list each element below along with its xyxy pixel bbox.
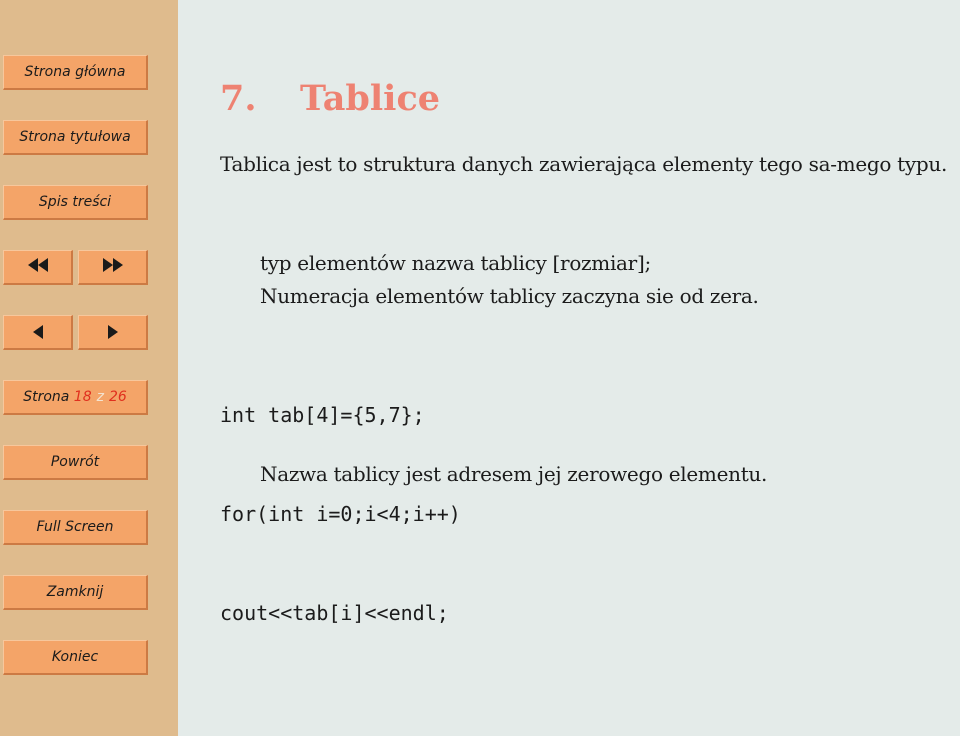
toc-label: Spis treści [38,194,112,210]
intro-paragraph: Tablica jest to struktura danych zawiera… [220,152,948,176]
section-number: 7. [220,78,257,119]
code-line: for(int i=0;i<4;i++) [220,502,461,526]
section-title: 7. Tablice [220,78,440,119]
double-right-arrow-icon [102,258,123,276]
toc-button[interactable]: Spis treści [3,185,148,220]
home-label: Strona główna [24,64,126,80]
full-screen-button[interactable]: Full Screen [3,510,148,545]
current-page: 18 [73,389,92,405]
page-indicator[interactable]: Strona 18 z 26 [3,380,148,415]
close-button[interactable]: Zamknij [3,575,148,610]
back-label: Powrót [50,454,100,470]
previous-page-button[interactable] [3,315,73,350]
section-title-text: Tablice [300,78,441,119]
first-page-button[interactable] [3,250,73,285]
left-arrow-icon [32,325,43,339]
declaration-line: typ elementów nazwa tablicy [rozmiar]; [260,251,651,275]
quit-button[interactable]: Koniec [3,640,148,675]
total-pages: 26 [108,389,127,405]
code-line: cout<<tab[i]<<endl; [220,601,449,625]
right-arrow-icon [107,325,118,339]
next-page-button[interactable] [78,315,148,350]
back-button[interactable]: Powrót [3,445,148,480]
page-separator: z [96,389,104,405]
sidebar: Strona główna Strona tytułowa Spis treśc… [0,0,178,736]
full-screen-label: Full Screen [36,519,114,535]
home-button[interactable]: Strona główna [3,55,148,90]
title-page-button[interactable]: Strona tytułowa [3,120,148,155]
close-label: Zamknij [46,584,104,600]
declaration-line: Numeracja elementów tablicy zaczyna sie … [260,284,759,308]
last-page-button[interactable] [78,250,148,285]
code-line: int tab[4]={5,7}; [220,403,425,427]
declaration-block: typ elementów nazwa tablicy [rozmiar]; N… [260,247,759,313]
quit-label: Koniec [51,649,99,665]
page-label: Strona [23,389,70,405]
note-text: Nazwa tablicy jest adresem jej zerowego … [260,462,768,486]
title-page-label: Strona tytułowa [19,129,131,145]
double-left-arrow-icon [27,258,48,276]
code-block: int tab[4]={5,7}; for(int i=0;i<4;i++) c… [220,333,461,696]
